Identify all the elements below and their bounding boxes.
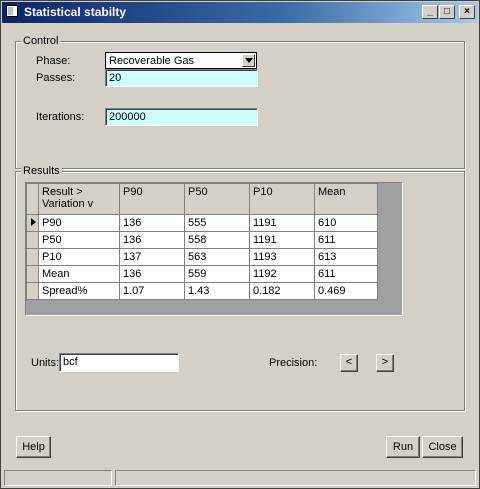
table-cell[interactable]: 136 bbox=[119, 231, 185, 249]
corner-cell bbox=[26, 183, 39, 215]
row-label[interactable]: P50 bbox=[38, 231, 120, 249]
status-panel bbox=[115, 470, 476, 486]
maximize-button[interactable]: □ bbox=[439, 5, 455, 19]
phase-label: Phase: bbox=[36, 55, 71, 67]
table-cell[interactable]: 563 bbox=[184, 248, 250, 266]
row-label[interactable]: P10 bbox=[38, 248, 120, 266]
row-selector[interactable] bbox=[26, 248, 39, 266]
precision-decrease-button[interactable]: < bbox=[340, 354, 358, 372]
row-selector[interactable] bbox=[26, 214, 39, 232]
row-label[interactable]: Spread% bbox=[38, 282, 120, 300]
column-header[interactable]: P10 bbox=[249, 183, 315, 215]
table-cell[interactable]: 610 bbox=[314, 214, 378, 232]
table-cell[interactable]: 136 bbox=[119, 265, 185, 283]
phase-select[interactable]: Recoverable Gas bbox=[105, 52, 257, 69]
table-cell[interactable]: 0.469 bbox=[314, 282, 378, 300]
table-row[interactable]: Mean 136 559 1192 611 bbox=[26, 265, 378, 283]
phase-selected-value: Recoverable Gas bbox=[109, 55, 194, 67]
row-label[interactable]: Mean bbox=[38, 265, 120, 283]
row-label[interactable]: P90 bbox=[38, 214, 120, 232]
table-cell[interactable]: 137 bbox=[119, 248, 185, 266]
close-button[interactable]: Close bbox=[422, 436, 463, 458]
row-selector[interactable] bbox=[26, 282, 39, 300]
table-cell[interactable]: 1.07 bbox=[119, 282, 185, 300]
maximize-icon: □ bbox=[443, 6, 451, 17]
units-input[interactable]: bcf bbox=[59, 353, 179, 372]
table-cell[interactable]: 136 bbox=[119, 214, 185, 232]
table-cell[interactable]: 0.182 bbox=[249, 282, 315, 300]
table-row[interactable]: Spread% 1.07 1.43 0.182 0.469 bbox=[26, 282, 378, 300]
row-selector[interactable] bbox=[26, 231, 39, 249]
run-button[interactable]: Run bbox=[386, 436, 420, 458]
iterations-label: Iterations: bbox=[36, 111, 85, 123]
table-cell[interactable]: 613 bbox=[314, 248, 378, 266]
column-header[interactable]: Mean bbox=[314, 183, 378, 215]
passes-label: Passes: bbox=[36, 72, 76, 84]
table-cell[interactable]: 611 bbox=[314, 265, 378, 283]
units-label: Units: bbox=[31, 357, 60, 369]
results-legend: Results bbox=[21, 165, 62, 177]
close-icon: × bbox=[464, 6, 470, 17]
minimize-icon: _ bbox=[427, 6, 433, 17]
statistical-stability-window: Statistical stabilty _ □ × Control Phase… bbox=[0, 0, 480, 489]
results-table: Result > Variation v P90 P50 P10 Mean P9… bbox=[26, 183, 378, 300]
table-cell[interactable]: 1.43 bbox=[184, 282, 250, 300]
table-cell[interactable]: 1191 bbox=[249, 214, 315, 232]
precision-label: Precision: bbox=[269, 357, 318, 369]
table-row[interactable]: P90 136 555 1191 610 bbox=[26, 214, 378, 232]
table-cell[interactable]: 611 bbox=[314, 231, 378, 249]
minimize-button[interactable]: _ bbox=[422, 5, 438, 19]
column-header[interactable]: P50 bbox=[184, 183, 250, 215]
iterations-input[interactable]: 200000 bbox=[105, 108, 258, 126]
window-title: Statistical stabilty bbox=[24, 5, 127, 19]
table-cell[interactable]: 555 bbox=[184, 214, 250, 232]
status-bar bbox=[4, 470, 476, 486]
table-cell[interactable]: 1192 bbox=[249, 265, 315, 283]
table-row[interactable]: P50 136 558 1191 611 bbox=[26, 231, 378, 249]
table-header-row: Result > Variation v P90 P50 P10 Mean bbox=[26, 183, 378, 215]
column-header[interactable]: Result > Variation v bbox=[38, 183, 120, 215]
passes-input[interactable]: 20 bbox=[105, 69, 258, 87]
row-pointer-icon bbox=[31, 218, 36, 226]
table-cell[interactable]: 559 bbox=[184, 265, 250, 283]
control-legend: Control bbox=[21, 35, 61, 47]
close-window-button[interactable]: × bbox=[459, 5, 475, 19]
precision-increase-button[interactable]: > bbox=[376, 354, 394, 372]
row-selector[interactable] bbox=[26, 265, 39, 283]
window-app-icon bbox=[6, 5, 18, 17]
table-cell[interactable]: 1191 bbox=[249, 231, 315, 249]
dropdown-arrow-icon[interactable] bbox=[242, 54, 255, 67]
results-grid[interactable]: Result > Variation v P90 P50 P10 Mean P9… bbox=[25, 182, 403, 316]
status-panel bbox=[4, 470, 112, 486]
table-cell[interactable]: 1193 bbox=[249, 248, 315, 266]
help-button[interactable]: Help bbox=[16, 436, 51, 458]
table-cell[interactable]: 558 bbox=[184, 231, 250, 249]
table-row[interactable]: P10 137 563 1193 613 bbox=[26, 248, 378, 266]
column-header[interactable]: P90 bbox=[119, 183, 185, 215]
title-bar[interactable]: Statistical stabilty _ □ × bbox=[2, 2, 478, 23]
